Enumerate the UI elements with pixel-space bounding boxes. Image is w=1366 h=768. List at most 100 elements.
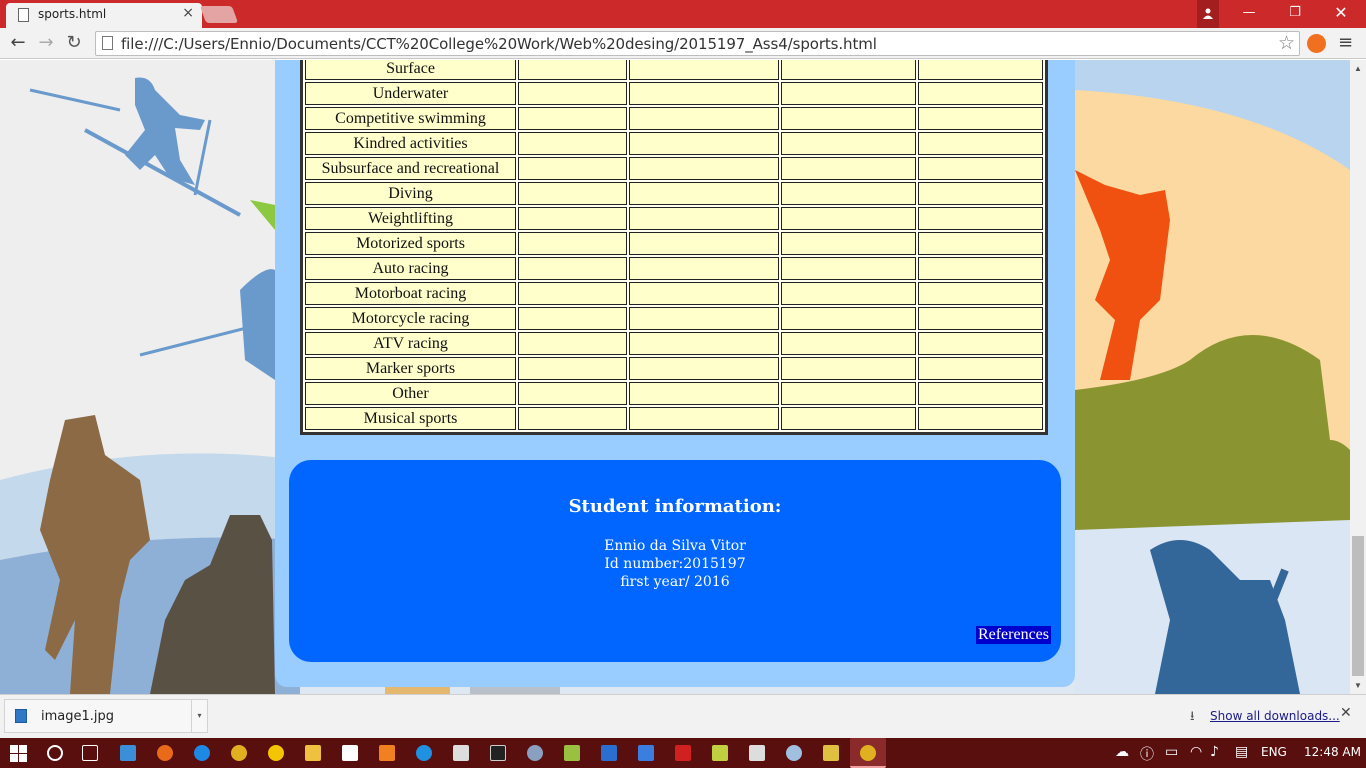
calculator-icon[interactable]: [453, 745, 469, 761]
wifi-icon[interactable]: ◠: [1190, 744, 1202, 760]
app-icon-3[interactable]: [416, 745, 432, 761]
table-cell: [918, 357, 1043, 380]
browser-toolbar: ← → ↻ file:///C:/Users/Ennio/Documents/C…: [0, 28, 1366, 59]
references-link[interactable]: References: [975, 626, 1051, 644]
close-window-button[interactable]: ✕: [1318, 0, 1364, 28]
sport-name-cell: Motorized sports: [305, 232, 516, 255]
scroll-down-icon[interactable]: ▼: [1354, 681, 1362, 690]
scroll-up-icon[interactable]: ▲: [1354, 64, 1362, 73]
taskbar: ☁ ⓘ ▭ ◠ ♪ ▤ ENG 12:48 AM: [0, 738, 1366, 768]
tab-sports[interactable]: sports.html ×: [6, 3, 202, 28]
app-icon-9[interactable]: [786, 745, 802, 761]
profile-icon[interactable]: [1197, 0, 1219, 28]
app-icon-7[interactable]: [638, 745, 654, 761]
forward-button[interactable]: →: [34, 31, 58, 55]
table-row: Other: [305, 382, 1043, 405]
maximize-button[interactable]: ❐: [1272, 0, 1318, 28]
table-row: Marker sports: [305, 357, 1043, 380]
table-cell: [781, 282, 916, 305]
app-icon-4[interactable]: [527, 745, 543, 761]
table-cell: [918, 132, 1043, 155]
notepad-icon[interactable]: [712, 745, 728, 761]
table-cell: [518, 157, 627, 180]
notification-icon[interactable]: ▤: [1235, 744, 1248, 760]
table-cell: [918, 107, 1043, 130]
clock[interactable]: 12:48 AM: [1304, 745, 1361, 759]
download-item[interactable]: image1.jpg ▾: [4, 699, 208, 733]
media-player-icon[interactable]: [379, 745, 395, 761]
app-icon-6[interactable]: [601, 745, 617, 761]
student-info-box: Student information: Ennio da Silva Vito…: [289, 460, 1061, 662]
file-explorer-icon[interactable]: [305, 745, 321, 761]
firefox-icon[interactable]: [157, 745, 173, 761]
task-view-icon[interactable]: [82, 745, 98, 761]
tab-close-icon[interactable]: ×: [182, 5, 194, 21]
table-row: Motorized sports: [305, 232, 1043, 255]
table-cell: [629, 232, 779, 255]
url-text[interactable]: file:///C:/Users/Ennio/Documents/CCT%20C…: [121, 35, 877, 53]
app-icon-1[interactable]: [120, 745, 136, 761]
table-cell: [629, 382, 779, 405]
address-bar[interactable]: file:///C:/Users/Ennio/Documents/CCT%20C…: [95, 31, 1300, 56]
volume-icon[interactable]: ♪: [1210, 744, 1219, 760]
search-icon[interactable]: [47, 745, 63, 761]
download-shelf: image1.jpg ▾ ⭳ Show all downloads... ✕: [0, 694, 1366, 738]
table-cell: [918, 157, 1043, 180]
app-icon-8[interactable]: [749, 745, 765, 761]
chrome-taskbar-active[interactable]: [850, 738, 886, 768]
app-icon-5[interactable]: [564, 745, 580, 761]
show-all-downloads-link[interactable]: Show all downloads...: [1210, 709, 1340, 723]
edge-icon[interactable]: [194, 745, 210, 761]
table-cell: [518, 332, 627, 355]
sport-name-cell: Auto racing: [305, 257, 516, 280]
table-row: Motorcycle racing: [305, 307, 1043, 330]
table-cell: [518, 107, 627, 130]
chrome-icon[interactable]: [231, 745, 247, 761]
minimize-button[interactable]: —: [1226, 0, 1272, 28]
vertical-scrollbar[interactable]: ▲ ▼: [1350, 60, 1366, 694]
cloud-icon[interactable]: ☁: [1115, 744, 1129, 760]
pdf-reader-icon[interactable]: [675, 745, 691, 761]
sport-name-cell: Competitive swimming: [305, 107, 516, 130]
new-tab-button[interactable]: [199, 6, 239, 23]
app-icon-2[interactable]: [268, 745, 284, 761]
back-button[interactable]: ←: [6, 31, 30, 55]
close-shelf-icon[interactable]: ✕: [1340, 705, 1352, 721]
table-row: Kindred activities: [305, 132, 1043, 155]
info-icon[interactable]: ⓘ: [1140, 744, 1154, 764]
sport-name-cell: Underwater: [305, 82, 516, 105]
table-cell: [918, 82, 1043, 105]
sport-name-cell: Subsurface and recreational: [305, 157, 516, 180]
extension-icon[interactable]: [1307, 34, 1326, 53]
download-file-name: image1.jpg: [41, 709, 115, 724]
chevron-down-icon[interactable]: ▾: [191, 700, 207, 732]
table-cell: [518, 82, 627, 105]
command-prompt-icon[interactable]: [490, 745, 506, 761]
sport-name-cell: Diving: [305, 182, 516, 205]
store-icon[interactable]: [342, 745, 358, 761]
windows-start-icon[interactable]: [10, 745, 28, 762]
app-icon-10[interactable]: [823, 745, 839, 761]
table-row: Surface: [305, 60, 1043, 80]
table-cell: [629, 307, 779, 330]
power-icon[interactable]: ▭: [1165, 744, 1178, 760]
table-cell: [918, 332, 1043, 355]
sport-name-cell: Surface: [305, 60, 516, 80]
tab-title: sports.html: [38, 7, 107, 21]
download-icon: ⭳: [1190, 709, 1195, 724]
table-row: Auto racing: [305, 257, 1043, 280]
table-cell: [518, 257, 627, 280]
scroll-thumb[interactable]: [1352, 536, 1364, 676]
bookmark-star-icon[interactable]: ☆: [1278, 32, 1295, 54]
file-icon: [102, 36, 113, 50]
table-cell: [781, 357, 916, 380]
table-cell: [629, 207, 779, 230]
table-cell: [518, 232, 627, 255]
table-row: Musical sports: [305, 407, 1043, 430]
sport-name-cell: Kindred activities: [305, 132, 516, 155]
reload-button[interactable]: ↻: [62, 31, 86, 55]
table-cell: [918, 207, 1043, 230]
menu-icon[interactable]: ≡: [1338, 32, 1353, 53]
language-indicator[interactable]: ENG: [1261, 745, 1287, 759]
table-cell: [518, 182, 627, 205]
